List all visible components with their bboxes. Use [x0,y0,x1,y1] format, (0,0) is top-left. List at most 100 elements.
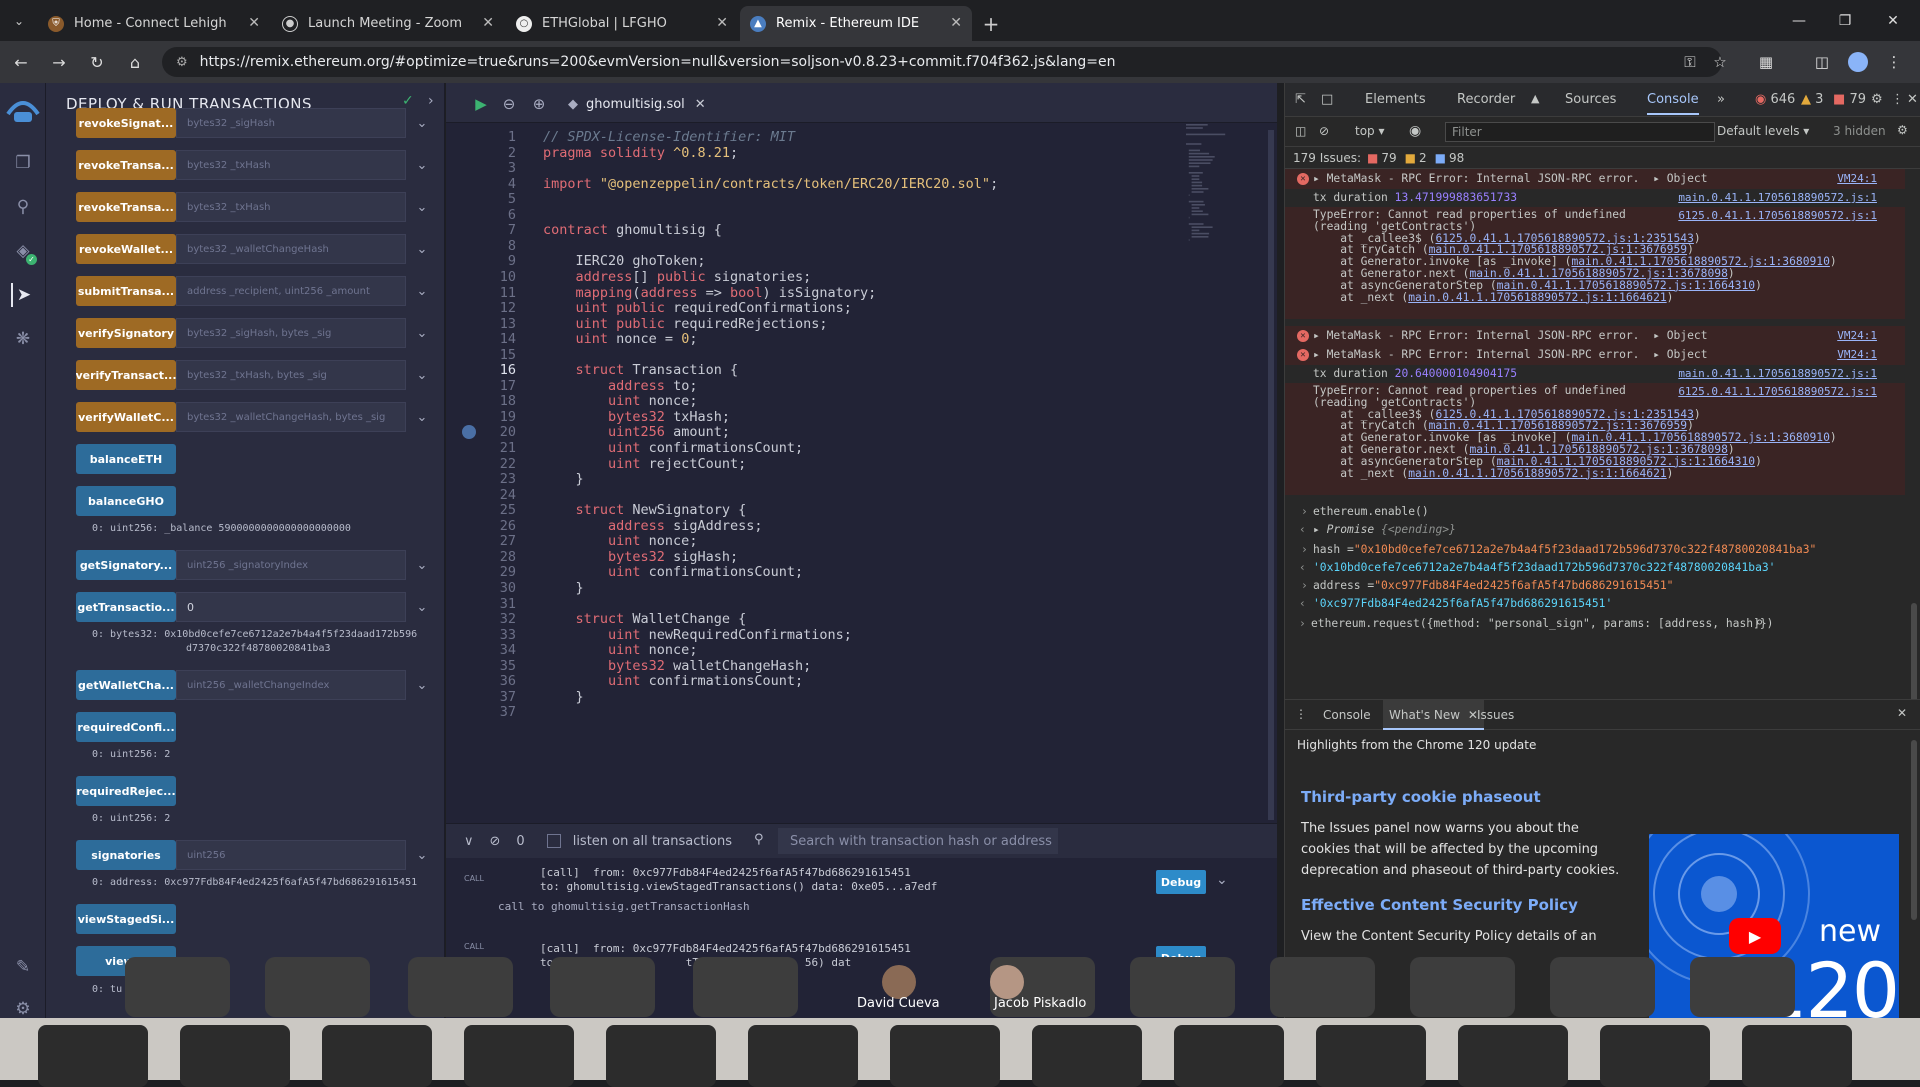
close-drawer-icon[interactable]: ✕ [1897,706,1907,720]
browser-tab-remix[interactable]: ▲ Remix - Ethereum IDE ✕ [740,6,972,41]
code-line[interactable]: uint rejectCount; [543,456,746,472]
devtools-settings-icon[interactable]: ⚙ [1871,92,1883,107]
debugger-bug-icon[interactable]: ❋ [11,327,35,351]
type-error-stack[interactable]: TypeError: Cannot read properties of und… [1285,207,1905,319]
expand-args-icon[interactable]: ⌄ [410,558,434,573]
function-call-button[interactable]: signatories [76,840,176,870]
expand-args-icon[interactable]: ⌄ [410,410,434,425]
function-call-button[interactable]: requiredConfi... [76,712,176,742]
function-call-button[interactable]: revokeSignat... [76,108,176,138]
function-args-input[interactable]: uint256 [176,840,406,870]
metamask-error-message[interactable]: ✕ ▸ MetaMask - RPC Error: Internal JSON-R… [1285,326,1905,346]
type-error-stack[interactable]: TypeError: Cannot read properties of und… [1285,383,1905,495]
device-toolbar-icon[interactable]: □ [1321,92,1333,107]
zoom-in-icon[interactable]: ⊕ [528,93,550,115]
function-args-input[interactable]: bytes32 _txHash [176,150,406,180]
reload-icon[interactable]: ↻ [80,45,114,79]
log-levels-dropdown[interactable]: Default levels ▾ [1717,124,1809,138]
browser-tab-zoom[interactable]: ● Launch Meeting - Zoom ✕ [272,6,504,41]
expand-args-icon[interactable]: ⌄ [410,326,434,341]
function-call-button[interactable]: revokeWallet... [76,234,176,264]
tx-duration-log[interactable]: tx duration 20.640000104904175 main.0.41.… [1285,365,1905,383]
function-call-button[interactable]: revokeTransa... [76,150,176,180]
code-area[interactable]: 1 // SPDX-License-Identifier: MIT 2 pragma … [446,123,1277,823]
console-result[interactable]: ‹ ▸ Promise {<pending>} [1285,521,1905,539]
code-line[interactable]: struct NewSignatory { [543,502,747,518]
code-line[interactable]: uint newRequiredConfirmations; [543,627,852,643]
devtools-menu-icon[interactable]: ⋮ [1891,92,1904,107]
code-line[interactable]: } [543,580,584,596]
console-settings-icon[interactable]: ⚙ [1897,123,1908,137]
console-command[interactable]: › hash ="0x10bd0cefe7ce6712a2e7b4a4f5f23d… [1285,541,1905,559]
code-line[interactable]: address to; [543,378,697,394]
expand-args-icon[interactable]: ⌄ [410,200,434,215]
code-line[interactable]: uint nonce; [543,533,697,549]
function-call-button[interactable]: revokeTransa... [76,192,176,222]
extensions-puzzle-icon[interactable]: ▦ [1752,49,1780,75]
code-line[interactable]: uint confirmationsCount; [543,564,803,580]
code-line[interactable]: struct Transaction { [543,362,739,378]
home-icon[interactable]: ⌂ [118,45,152,79]
close-tab-icon[interactable]: ✕ [950,15,962,31]
function-args-input[interactable]: bytes32 _sigHash, bytes _sig [176,318,406,348]
back-icon[interactable]: ← [4,45,38,79]
drawer-menu-icon[interactable]: ⋮ [1295,707,1307,721]
console-result[interactable]: ‹ '0xc977Fdb84F4ed2425f6afA5f47bd68629161… [1285,595,1905,613]
debug-button[interactable]: Debug [1156,946,1206,970]
cookie-phaseout-heading[interactable]: Third-party cookie phaseout [1301,788,1541,806]
code-line[interactable]: } [543,689,584,705]
function-args-input[interactable]: uint256 _signatoryIndex [176,550,406,580]
listen-checkbox[interactable] [546,834,561,848]
code-line[interactable]: uint nonce = 0; [543,331,698,347]
function-args-input[interactable]: bytes32 _walletChangeHash, bytes _sig [176,402,406,432]
function-args-input[interactable]: address _recipient, uint256 _amount [176,276,406,306]
code-line[interactable]: mapping(address => bool) isSignatory; [543,285,877,301]
console-prompt-input[interactable]: › ethereum.request({method: "personal_sig… [1285,615,1905,633]
code-line[interactable]: bytes32 sigHash; [543,549,738,565]
terminal-search-input[interactable]: Search with transaction hash or address [778,828,1058,854]
function-args-input[interactable]: bytes32 _txHash [176,192,406,222]
debug-button[interactable]: Debug [1156,870,1206,894]
code-line[interactable]: } [543,471,584,487]
file-tab-ghomultisig[interactable]: ◆ ghomultisig.sol ✕ [568,91,706,117]
code-line[interactable]: uint confirmationsCount; [543,440,803,456]
tx-duration-log[interactable]: tx duration 13.471999883651733 main.0.41.… [1285,189,1905,207]
function-args-input[interactable]: bytes32 _txHash, bytes _sig [176,360,406,390]
function-call-button[interactable]: viewStagedSi... [76,904,176,934]
code-line[interactable]: address sigAddress; [543,518,762,534]
editor-scrollbar[interactable] [1268,130,1274,820]
search-icon[interactable]: ⚲ [11,195,35,219]
function-args-input[interactable]: 0 [176,592,406,622]
drawer-tab-console[interactable]: Console [1323,708,1371,722]
console-command[interactable]: › ethereum.enable() [1285,503,1905,521]
expand-args-icon[interactable]: ⌄ [410,678,434,693]
code-line[interactable]: IERC20 ghoToken; [543,253,706,269]
inspect-element-icon[interactable]: ⇱ [1295,92,1306,107]
browser-tab-ethglobal[interactable]: ○ ETHGlobal | LFGHO ✕ [506,6,738,41]
deploy-run-icon[interactable]: ➤ [11,283,35,307]
context-selector[interactable]: top ▾ [1355,124,1385,138]
metamask-error-message[interactable]: ✕ ▸ MetaMask - RPC Error: Internal JSON-R… [1285,345,1905,365]
expand-args-icon[interactable]: ⌄ [410,848,434,863]
code-line[interactable]: uint public requiredRejections; [543,316,828,332]
zoom-out-icon[interactable]: ⊖ [498,93,520,115]
tab-sources[interactable]: Sources [1565,92,1616,107]
function-call-button[interactable]: balanceETH [76,444,176,474]
tab-recorder[interactable]: Recorder [1457,92,1515,107]
code-line[interactable]: contract ghomultisig { [543,222,722,238]
issues-summary[interactable]: 179 Issues: ■ 79 ■ 2 ■ 98 [1285,147,1920,169]
live-expression-eye-icon[interactable]: ◉ [1409,123,1421,139]
code-line[interactable]: import "@openzeppelin/contracts/token/ER… [543,176,998,192]
function-call-button[interactable]: verifyWalletC... [76,402,176,432]
function-args-input[interactable]: bytes32 _sigHash [176,108,406,138]
code-line[interactable]: uint nonce; [543,642,697,658]
code-line[interactable]: bytes32 txHash; [543,409,730,425]
function-call-button[interactable]: requiredRejec... [76,776,176,806]
close-tab-icon[interactable]: ✕ [482,15,494,31]
kebab-menu-icon[interactable]: ⋮ [1880,49,1908,75]
profile-avatar-icon[interactable] [1844,49,1872,75]
code-minimap[interactable] [1184,120,1240,820]
function-call-button[interactable]: getTransactio... [76,592,176,622]
more-tabs-icon[interactable]: » [1717,92,1725,107]
chrome-120-promo-video[interactable]: ▶ new 120 [1649,834,1899,1034]
